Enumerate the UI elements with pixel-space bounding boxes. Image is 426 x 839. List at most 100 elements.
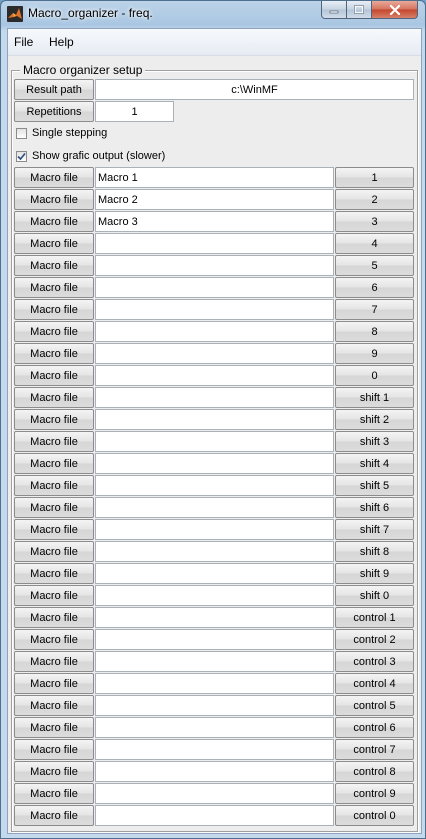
macro-file-field[interactable] — [95, 563, 334, 584]
macro-file-field[interactable] — [95, 343, 334, 364]
hotkey-button[interactable]: control 9 — [335, 783, 414, 804]
hotkey-button[interactable]: 7 — [335, 299, 414, 320]
macro-file-button[interactable]: Macro file — [14, 299, 94, 320]
macro-file-button[interactable]: Macro file — [14, 497, 94, 518]
maximize-button[interactable] — [346, 1, 372, 19]
macro-file-button[interactable]: Macro file — [14, 783, 94, 804]
macro-file-field[interactable] — [95, 805, 334, 826]
macro-file-button[interactable]: Macro file — [14, 717, 94, 738]
macro-file-button[interactable]: Macro file — [14, 277, 94, 298]
hotkey-button[interactable]: 4 — [335, 233, 414, 254]
macro-file-field[interactable] — [95, 233, 334, 254]
hotkey-button[interactable]: 3 — [335, 211, 414, 232]
hotkey-button[interactable]: shift 8 — [335, 541, 414, 562]
macro-file-field[interactable] — [95, 717, 334, 738]
minimize-button[interactable] — [321, 1, 347, 19]
hotkey-button[interactable]: shift 2 — [335, 409, 414, 430]
hotkey-button[interactable]: shift 6 — [335, 497, 414, 518]
menu-help[interactable]: Help — [49, 35, 74, 49]
hotkey-button[interactable]: shift 5 — [335, 475, 414, 496]
macro-file-button[interactable]: Macro file — [14, 761, 94, 782]
hotkey-button[interactable]: control 1 — [335, 607, 414, 628]
macro-file-button[interactable]: Macro file — [14, 431, 94, 452]
macro-file-field[interactable] — [95, 607, 334, 628]
macro-file-button[interactable]: Macro file — [14, 629, 94, 650]
macro-file-field[interactable]: Macro 3 — [95, 211, 334, 232]
macro-file-button[interactable]: Macro file — [14, 519, 94, 540]
hotkey-button[interactable]: control 7 — [335, 739, 414, 760]
macro-file-field[interactable]: Macro 1 — [95, 167, 334, 188]
hotkey-button[interactable]: 8 — [335, 321, 414, 342]
macro-file-button[interactable]: Macro file — [14, 695, 94, 716]
hotkey-button[interactable]: shift 4 — [335, 453, 414, 474]
macro-file-button[interactable]: Macro file — [14, 167, 94, 188]
macro-file-button[interactable]: Macro file — [14, 255, 94, 276]
macro-file-field[interactable] — [95, 387, 334, 408]
result-path-button[interactable]: Result path — [14, 79, 94, 100]
macro-file-field[interactable] — [95, 299, 334, 320]
hotkey-button[interactable]: 1 — [335, 167, 414, 188]
macro-file-button[interactable]: Macro file — [14, 233, 94, 254]
macro-file-button[interactable]: Macro file — [14, 805, 94, 826]
macro-file-button[interactable]: Macro file — [14, 607, 94, 628]
show-grafic-checkbox[interactable]: Show grafic output (slower) — [16, 150, 165, 162]
hotkey-button[interactable]: control 8 — [335, 761, 414, 782]
macro-file-button[interactable]: Macro file — [14, 673, 94, 694]
hotkey-button[interactable]: 6 — [335, 277, 414, 298]
macro-file-field[interactable] — [95, 761, 334, 782]
macro-file-field[interactable] — [95, 453, 334, 474]
macro-file-field[interactable] — [95, 475, 334, 496]
hotkey-button[interactable]: shift 9 — [335, 563, 414, 584]
macro-file-button[interactable]: Macro file — [14, 189, 94, 210]
macro-file-button[interactable]: Macro file — [14, 321, 94, 342]
macro-file-field[interactable]: Macro 2 — [95, 189, 334, 210]
hotkey-button[interactable]: 9 — [335, 343, 414, 364]
hotkey-button[interactable]: 2 — [335, 189, 414, 210]
macro-file-field[interactable] — [95, 585, 334, 606]
macro-file-field[interactable] — [95, 431, 334, 452]
macro-file-button[interactable]: Macro file — [14, 651, 94, 672]
macro-file-button[interactable]: Macro file — [14, 541, 94, 562]
hotkey-button[interactable]: control 0 — [335, 805, 414, 826]
close-button[interactable] — [371, 1, 418, 19]
macro-file-field[interactable] — [95, 519, 334, 540]
macro-file-button[interactable]: Macro file — [14, 453, 94, 474]
single-stepping-checkbox[interactable]: Single stepping — [16, 127, 107, 139]
macro-file-button[interactable]: Macro file — [14, 211, 94, 232]
title-bar[interactable]: Macro_organizer - freq. — [1, 1, 425, 27]
hotkey-button[interactable]: shift 0 — [335, 585, 414, 606]
macro-file-field[interactable] — [95, 409, 334, 430]
macro-file-field[interactable] — [95, 541, 334, 562]
macro-file-field[interactable] — [95, 629, 334, 650]
macro-file-button[interactable]: Macro file — [14, 365, 94, 386]
macro-file-field[interactable] — [95, 673, 334, 694]
macro-file-field[interactable] — [95, 783, 334, 804]
macro-file-field[interactable] — [95, 497, 334, 518]
macro-file-button[interactable]: Macro file — [14, 475, 94, 496]
hotkey-button[interactable]: 0 — [335, 365, 414, 386]
macro-file-field[interactable] — [95, 739, 334, 760]
macro-file-button[interactable]: Macro file — [14, 387, 94, 408]
hotkey-button[interactable]: control 2 — [335, 629, 414, 650]
hotkey-button[interactable]: shift 3 — [335, 431, 414, 452]
repetitions-field[interactable]: 1 — [95, 101, 174, 122]
hotkey-button[interactable]: shift 1 — [335, 387, 414, 408]
hotkey-button[interactable]: 5 — [335, 255, 414, 276]
macro-file-button[interactable]: Macro file — [14, 739, 94, 760]
result-path-field[interactable]: c:\WinMF — [95, 79, 414, 100]
macro-file-button[interactable]: Macro file — [14, 409, 94, 430]
hotkey-button[interactable]: control 4 — [335, 673, 414, 694]
macro-file-field[interactable] — [95, 365, 334, 386]
macro-file-field[interactable] — [95, 255, 334, 276]
macro-file-button[interactable]: Macro file — [14, 585, 94, 606]
macro-file-field[interactable] — [95, 321, 334, 342]
macro-file-field[interactable] — [95, 651, 334, 672]
macro-file-button[interactable]: Macro file — [14, 563, 94, 584]
repetitions-button[interactable]: Repetitions — [14, 101, 94, 122]
macro-file-field[interactable] — [95, 277, 334, 298]
hotkey-button[interactable]: control 3 — [335, 651, 414, 672]
hotkey-button[interactable]: control 5 — [335, 695, 414, 716]
macro-file-field[interactable] — [95, 695, 334, 716]
hotkey-button[interactable]: shift 7 — [335, 519, 414, 540]
hotkey-button[interactable]: control 6 — [335, 717, 414, 738]
